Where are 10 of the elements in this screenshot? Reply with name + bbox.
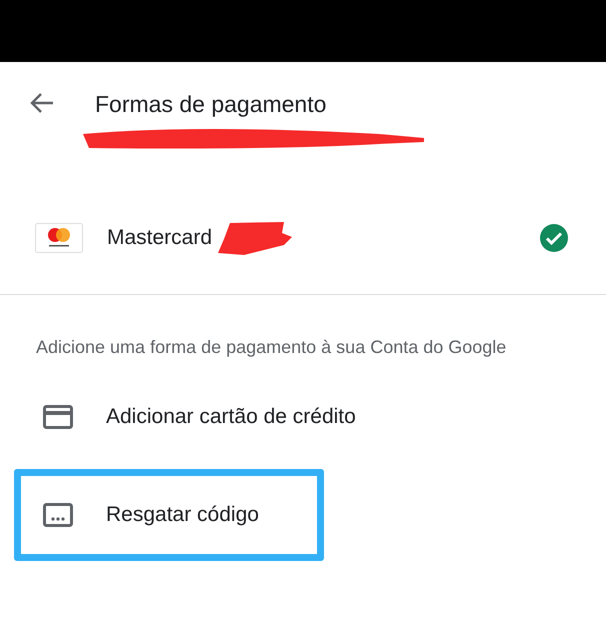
credit-card-icon bbox=[43, 405, 73, 429]
method-name: Mastercard bbox=[107, 226, 212, 250]
action-item[interactable]: Resgatar código bbox=[14, 469, 324, 561]
code-card-icon bbox=[43, 503, 73, 527]
payment-method-row[interactable]: Mastercard bbox=[0, 182, 606, 294]
page-title: Formas de pagamento bbox=[95, 90, 326, 118]
back-arrow-icon[interactable] bbox=[29, 92, 55, 114]
action-item[interactable]: Adicionar cartão de crédito bbox=[0, 377, 606, 457]
hint-text: Adicione uma forma de pagamento à sua Conta do Google bbox=[36, 336, 508, 359]
mastercard-logo-icon bbox=[35, 223, 83, 253]
